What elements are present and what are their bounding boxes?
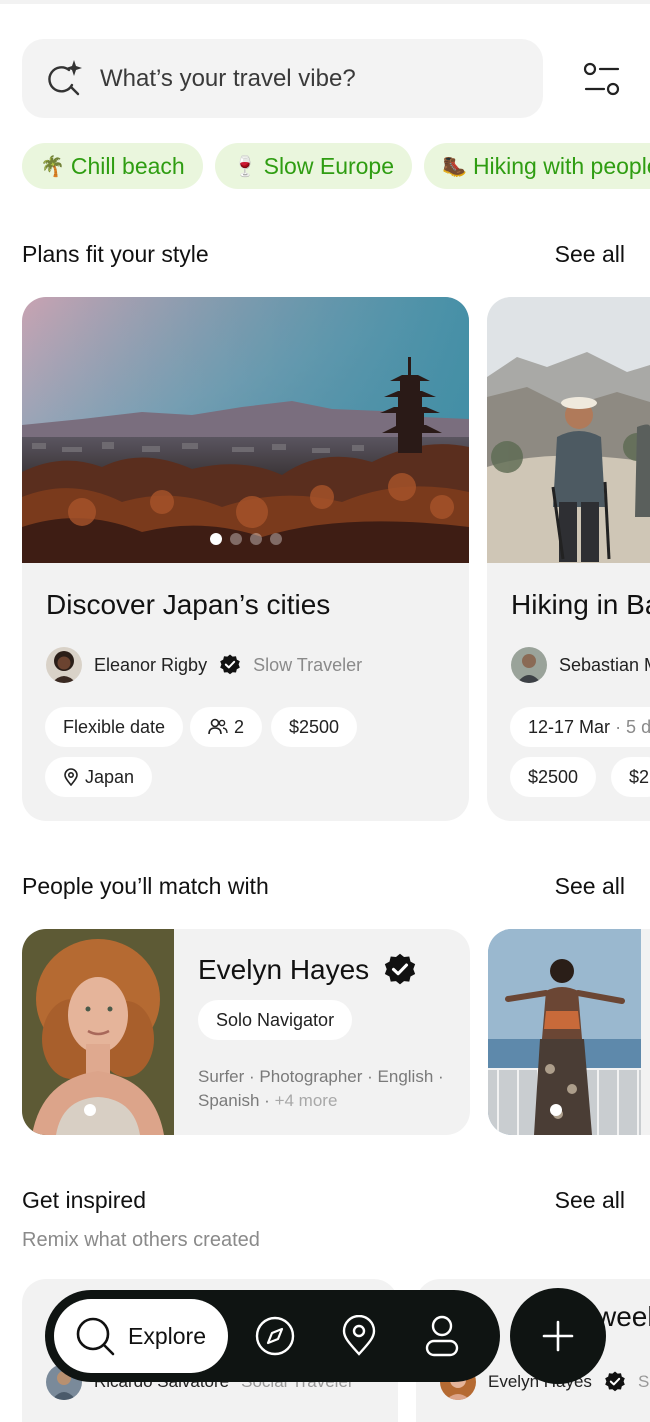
chip-chill-beach[interactable]: 🌴 Chill beach — [22, 143, 203, 189]
nav-explore-label: Explore — [128, 1322, 206, 1349]
budget-label: $2500 — [528, 766, 579, 787]
host-role: S — [637, 1372, 650, 1391]
plan-title[interactable]: Hiking in Ba — [511, 589, 650, 621]
plans-see-all-link[interactable]: See all — [555, 241, 625, 268]
page-dot-active — [84, 1104, 96, 1116]
search-icon — [76, 1317, 115, 1356]
person-name[interactable]: Evelyn Hayes — [198, 954, 369, 986]
page-dot-active — [209, 533, 222, 545]
inspired-section-title: Get inspired — [22, 1187, 147, 1213]
page-dot — [269, 533, 282, 545]
host-name: Sebastian M — [559, 654, 650, 675]
bottom-nav: Explore — [45, 1290, 500, 1382]
plus-icon — [542, 1320, 574, 1352]
person-name-row: Evelyn Hayes — [198, 953, 417, 987]
location-label: Japan — [85, 766, 135, 787]
chip-hiking[interactable]: 🥾 Hiking with people — [424, 143, 650, 189]
plan-card[interactable]: Hiking in Ba Sebastian M 12-17 Mar · 5 d… — [487, 297, 650, 821]
avatar — [46, 647, 82, 683]
plans-section-title: Plans fit your style — [22, 241, 209, 267]
verified-badge-icon — [604, 1371, 626, 1393]
budget-label: $2 — [629, 766, 650, 787]
more-tags-link[interactable]: +4 more — [275, 1091, 338, 1110]
verified-badge-icon — [219, 654, 241, 676]
person-photo[interactable] — [22, 929, 174, 1135]
plan-image-kyoto[interactable] — [22, 297, 469, 563]
traveler-type-badge: Solo Navigator — [198, 1000, 353, 1040]
plan-host[interactable]: Sebastian M — [511, 647, 650, 683]
inspired-section-subtitle: Remix what others created — [22, 1229, 260, 1251]
date-label: Flexible date — [63, 716, 166, 737]
chip-label: Chill beach — [70, 152, 185, 179]
chip-label: Slow Europe — [263, 152, 395, 179]
avatar — [511, 647, 547, 683]
search-placeholder[interactable]: What’s your travel vibe? — [100, 65, 356, 93]
top-divider — [0, 0, 650, 4]
budget-pill: $2500 — [271, 707, 358, 747]
plan-image-hiking[interactable] — [487, 297, 650, 563]
people-see-all-link[interactable]: See all — [555, 873, 625, 900]
duration-label: · 5 da — [615, 716, 650, 737]
verified-badge-icon — [383, 953, 417, 987]
wine-glass-icon: 🍷 — [232, 155, 258, 178]
vibe-chips: 🌴 Chill beach 🍷 Slow Europe 🥾 Hiking with peo… — [22, 143, 650, 189]
location-pin-icon — [64, 768, 78, 786]
inspired-see-all-link[interactable]: See all — [555, 1187, 625, 1214]
budget-label: $2500 — [289, 716, 340, 737]
budget-pill: $2500 — [510, 757, 597, 797]
profile-icon[interactable] — [419, 1313, 465, 1359]
palm-tree-icon: 🌴 — [40, 155, 65, 178]
filter-icon[interactable] — [576, 58, 628, 100]
plan-title[interactable]: Discover Japan’s cities — [46, 589, 330, 621]
image-pagination — [22, 533, 469, 545]
person-tags: Surfer · Photographer · English · Spanis… — [198, 1065, 448, 1113]
location-pill: Japan — [45, 757, 153, 797]
create-plan-button[interactable] — [510, 1288, 606, 1384]
person-card[interactable] — [488, 929, 650, 1135]
people-icon — [208, 718, 228, 735]
chip-label: Hiking with people — [472, 152, 650, 179]
host-role: Slow Traveler — [253, 654, 363, 675]
person-card[interactable]: Evelyn Hayes Solo Navigator Surfer · Pho… — [22, 929, 470, 1135]
page-dot — [229, 533, 242, 545]
ai-search-icon — [42, 58, 84, 100]
location-pin-icon[interactable] — [336, 1313, 382, 1359]
date-label: 12-17 Mar — [528, 716, 611, 737]
page-dot-active — [550, 1104, 562, 1116]
people-pill: 2 — [190, 707, 263, 747]
date-pill: 12-17 Mar · 5 da — [510, 707, 650, 747]
date-pill: Flexible date — [45, 707, 184, 747]
page-dot — [249, 533, 262, 545]
people-count: 2 — [234, 716, 245, 737]
hiking-boot-icon: 🥾 — [442, 155, 467, 178]
plan-card[interactable]: Discover Japan’s cities Eleanor Rigby Sl… — [22, 297, 469, 821]
budget-pill: $2 — [611, 757, 650, 797]
host-name: Eleanor Rigby — [94, 654, 208, 675]
plan-host[interactable]: Eleanor Rigby Slow Traveler — [46, 647, 362, 683]
nav-explore-tab[interactable]: Explore — [54, 1299, 228, 1373]
chip-slow-europe[interactable]: 🍷 Slow Europe — [214, 143, 413, 189]
people-section-title: People you’ll match with — [22, 873, 269, 899]
compass-icon[interactable] — [252, 1313, 298, 1359]
search-bar[interactable]: What’s your travel vibe? — [22, 39, 543, 118]
